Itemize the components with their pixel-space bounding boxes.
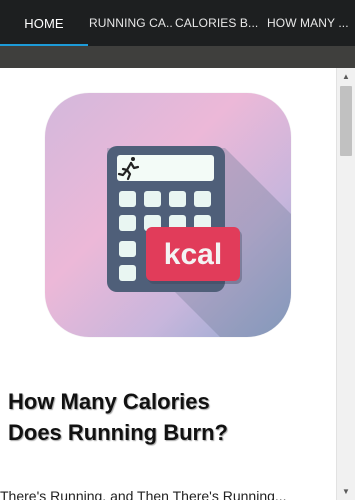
article-content: kcal How Many Calories Does Running Burn… (0, 68, 336, 500)
scroll-thumb[interactable] (340, 86, 352, 156)
tab-home[interactable]: HOME (0, 0, 88, 46)
article-body-preview: There's Running, and Then There's Runnin… (0, 488, 287, 500)
calorie-calculator-app-icon: kcal (45, 93, 291, 337)
scroll-down-arrow-icon[interactable]: ▼ (337, 483, 355, 500)
scroll-up-arrow-icon[interactable]: ▲ (337, 68, 355, 85)
vertical-scrollbar[interactable]: ▲ ▼ (336, 68, 355, 500)
tab-bar: HOME RUNNING CA.. CALORIES B... HOW MANY… (0, 0, 355, 46)
kcal-badge-text: kcal (164, 238, 222, 271)
tab-running-calories[interactable]: RUNNING CA.. (88, 0, 175, 46)
article-title: How Many Calories Does Running Burn? (8, 389, 228, 445)
calculator-icon: kcal (107, 146, 291, 337)
toolbar-strip (0, 46, 355, 68)
tab-how-many[interactable]: HOW MANY ... (265, 0, 355, 46)
tab-calories-burned[interactable]: CALORIES B... (175, 0, 265, 46)
app-window: HOME RUNNING CA.. CALORIES B... HOW MANY… (0, 0, 355, 500)
